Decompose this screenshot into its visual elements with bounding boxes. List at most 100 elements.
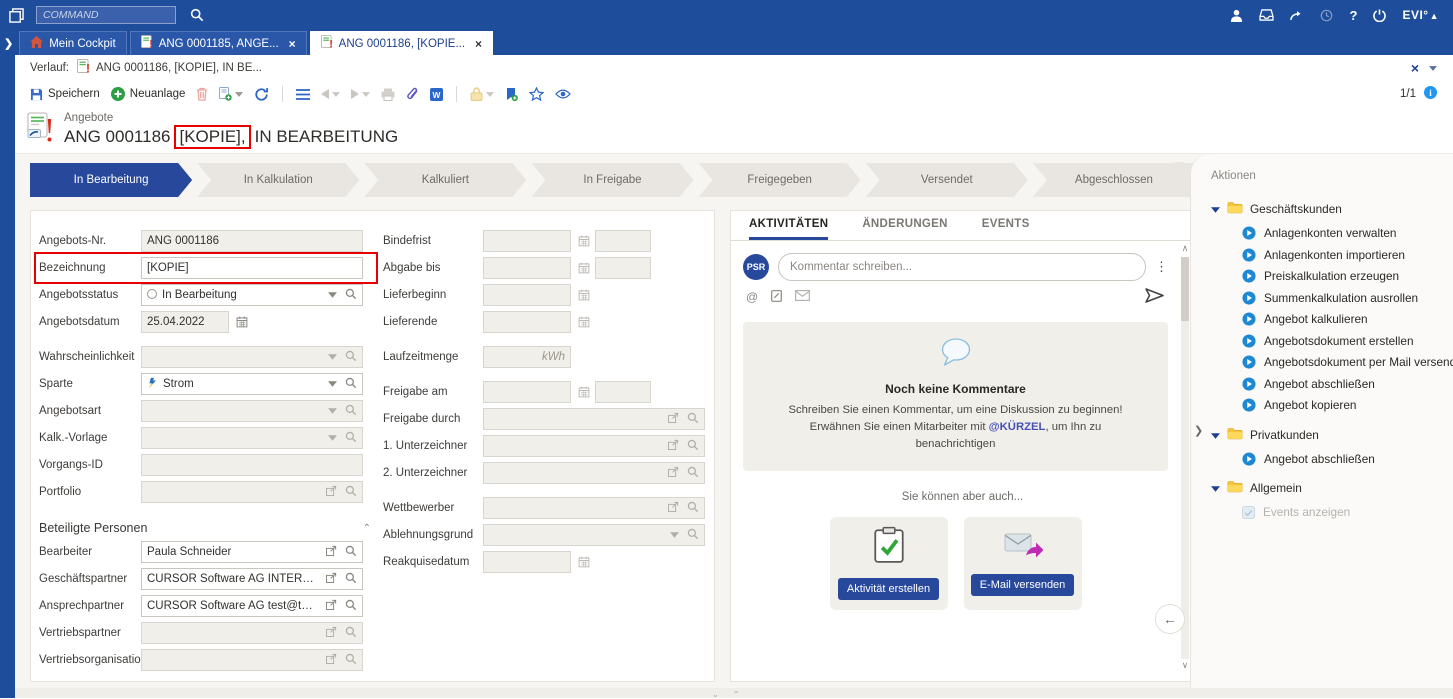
help-icon[interactable]: ? <box>1349 8 1357 23</box>
collapse-section-icon[interactable]: ⌃ <box>363 523 371 534</box>
lookup-search-icon[interactable] <box>345 599 357 614</box>
time-input[interactable] <box>595 257 651 279</box>
mention-icon[interactable]: @ <box>746 290 758 304</box>
field-input-reakquisedatum[interactable] <box>483 551 571 573</box>
process-step-freigegeben[interactable]: Freigegeben <box>699 163 861 197</box>
calendar-icon[interactable] <box>578 289 590 301</box>
time-input[interactable] <box>595 381 651 403</box>
tree-collapse-caret-icon[interactable] <box>1211 428 1220 442</box>
redo-icon[interactable] <box>1290 10 1304 21</box>
print-icon[interactable] <box>381 88 395 101</box>
field-input-bearbeiter[interactable]: Paula Schneider <box>141 541 363 563</box>
refresh-icon[interactable] <box>254 87 269 102</box>
tab-close-icon[interactable]: × <box>475 37 482 51</box>
attachment-icon[interactable] <box>406 87 419 102</box>
tab-close-icon[interactable]: × <box>289 37 296 51</box>
open-record-icon[interactable] <box>667 412 679 427</box>
action-anlagenkonten-verwalten[interactable]: Anlagenkonten verwalten <box>1242 225 1445 242</box>
field-input-freigabe-durch[interactable] <box>483 408 705 430</box>
open-record-icon[interactable] <box>325 545 337 560</box>
tab-aktivitäten[interactable]: AKTIVITÄTEN <box>749 211 828 240</box>
inbox-icon[interactable] <box>1259 9 1274 21</box>
close-icon[interactable]: × <box>1411 61 1419 75</box>
open-record-icon[interactable] <box>325 599 337 614</box>
field-input-wettbewerber[interactable] <box>483 497 705 519</box>
lookup-search-icon[interactable] <box>687 466 699 481</box>
dropdown-caret-icon[interactable] <box>328 432 337 444</box>
dropdown-caret-icon[interactable] <box>670 529 679 541</box>
field-input-angebots-nr[interactable]: ANG 0001186 <box>141 230 363 252</box>
mention-link[interactable]: @KÜRZEL <box>989 421 1046 433</box>
field-input-sparte[interactable]: Strom <box>141 373 363 395</box>
lookup-search-icon[interactable] <box>345 404 357 419</box>
word-document-icon[interactable]: W <box>430 88 443 101</box>
open-record-icon[interactable] <box>667 439 679 454</box>
dropdown-caret-icon[interactable] <box>328 405 337 417</box>
action-group-geschäftskunden[interactable]: Geschäftskunden <box>1211 198 1445 220</box>
bookmark-add-icon[interactable] <box>505 87 518 102</box>
task-note-icon[interactable] <box>771 290 782 305</box>
e-mail-versenden-button[interactable]: E-Mail versenden <box>971 574 1075 596</box>
sync-icon[interactable] <box>1320 9 1333 22</box>
field-input-angebotsdatum[interactable]: 25.04.2022 <box>141 311 229 333</box>
delete-icon[interactable] <box>196 87 208 101</box>
calendar-icon[interactable] <box>236 316 248 328</box>
tree-collapse-caret-icon[interactable] <box>1211 202 1220 216</box>
nav-back-icon[interactable] <box>321 89 340 99</box>
field-input-portfolio[interactable] <box>141 481 363 503</box>
field-input-geschäftspartner[interactable]: CURSOR Software AG INTERESSENT <box>141 568 363 590</box>
open-record-icon[interactable] <box>325 653 337 668</box>
process-step-kalkuliert[interactable]: Kalkuliert <box>364 163 526 197</box>
action-angebot-abschließen[interactable]: Angebot abschließen <box>1242 375 1445 392</box>
lookup-search-icon[interactable] <box>345 572 357 587</box>
field-input-lieferende[interactable] <box>483 311 571 333</box>
calendar-icon[interactable] <box>578 262 590 274</box>
nav-forward-icon[interactable] <box>351 89 370 99</box>
lookup-search-icon[interactable] <box>687 501 699 516</box>
lookup-search-icon[interactable] <box>345 350 357 365</box>
collapse-panel-left-icon[interactable]: ← <box>1155 604 1185 634</box>
dropdown-caret-icon[interactable] <box>328 351 337 363</box>
action-angebot-kalkulieren[interactable]: Angebot kalkulieren <box>1242 311 1445 328</box>
scrollbar-thumb[interactable] <box>1181 257 1189 321</box>
comment-input[interactable]: Kommentar schreiben... <box>778 253 1146 281</box>
field-input-angebotsart[interactable] <box>141 400 363 422</box>
search-icon[interactable] <box>190 8 204 22</box>
tree-collapse-caret-icon[interactable] <box>1211 481 1220 495</box>
copy-record-icon[interactable] <box>219 87 243 101</box>
calendar-icon[interactable] <box>578 386 590 398</box>
open-record-icon[interactable] <box>667 466 679 481</box>
open-record-icon[interactable] <box>325 626 337 641</box>
open-record-icon[interactable] <box>325 485 337 500</box>
lookup-search-icon[interactable] <box>345 653 357 668</box>
field-input-ansprechpartner[interactable]: CURSOR Software AG test@test.de CURS ... <box>141 595 363 617</box>
command-input[interactable] <box>36 6 176 24</box>
tab-ang-0001185-ange[interactable]: !ANG 0001185, ANGE...× <box>130 31 307 55</box>
dropdown-caret-icon[interactable] <box>328 289 337 301</box>
lock-icon[interactable] <box>470 87 494 101</box>
field-input-wahrscheinlichkeit[interactable] <box>141 346 363 368</box>
tab-events[interactable]: EVENTS <box>982 211 1030 240</box>
info-icon[interactable]: i <box>1424 86 1437 102</box>
send-comment-icon[interactable] <box>1145 288 1164 306</box>
email-attach-icon[interactable] <box>795 290 810 304</box>
lookup-search-icon[interactable] <box>345 431 357 446</box>
action-summenkalkulation-ausrollen[interactable]: Summenkalkulation ausrollen <box>1242 289 1445 306</box>
time-input[interactable] <box>595 230 651 252</box>
lookup-search-icon[interactable] <box>345 626 357 641</box>
field-input-laufzeitmenge[interactable]: kWh <box>483 346 571 368</box>
action-angebotsdokument-erstellen[interactable]: Angebotsdokument erstellen <box>1242 332 1445 349</box>
process-step-in-bearbeitung[interactable]: In Bearbeitung <box>30 163 192 197</box>
open-record-icon[interactable] <box>325 572 337 587</box>
field-input-bezeichnung[interactable]: [KOPIE] <box>141 257 363 279</box>
lookup-search-icon[interactable] <box>345 377 357 392</box>
process-step-in-kalkulation[interactable]: In Kalkulation <box>197 163 359 197</box>
action-group-privatkunden[interactable]: Privatkunden <box>1211 424 1445 446</box>
action-preiskalkulation-erzeugen[interactable]: Preiskalkulation erzeugen <box>1242 268 1445 285</box>
lookup-search-icon[interactable] <box>687 528 699 543</box>
action-angebot-kopieren[interactable]: Angebot kopieren <box>1242 397 1445 414</box>
calendar-icon[interactable] <box>578 556 590 568</box>
new-record-button[interactable]: Neuanlage <box>111 87 186 101</box>
power-icon[interactable] <box>1373 9 1386 22</box>
history-entry[interactable]: ! ANG 0001186, [KOPIE], IN BE... <box>77 59 262 77</box>
